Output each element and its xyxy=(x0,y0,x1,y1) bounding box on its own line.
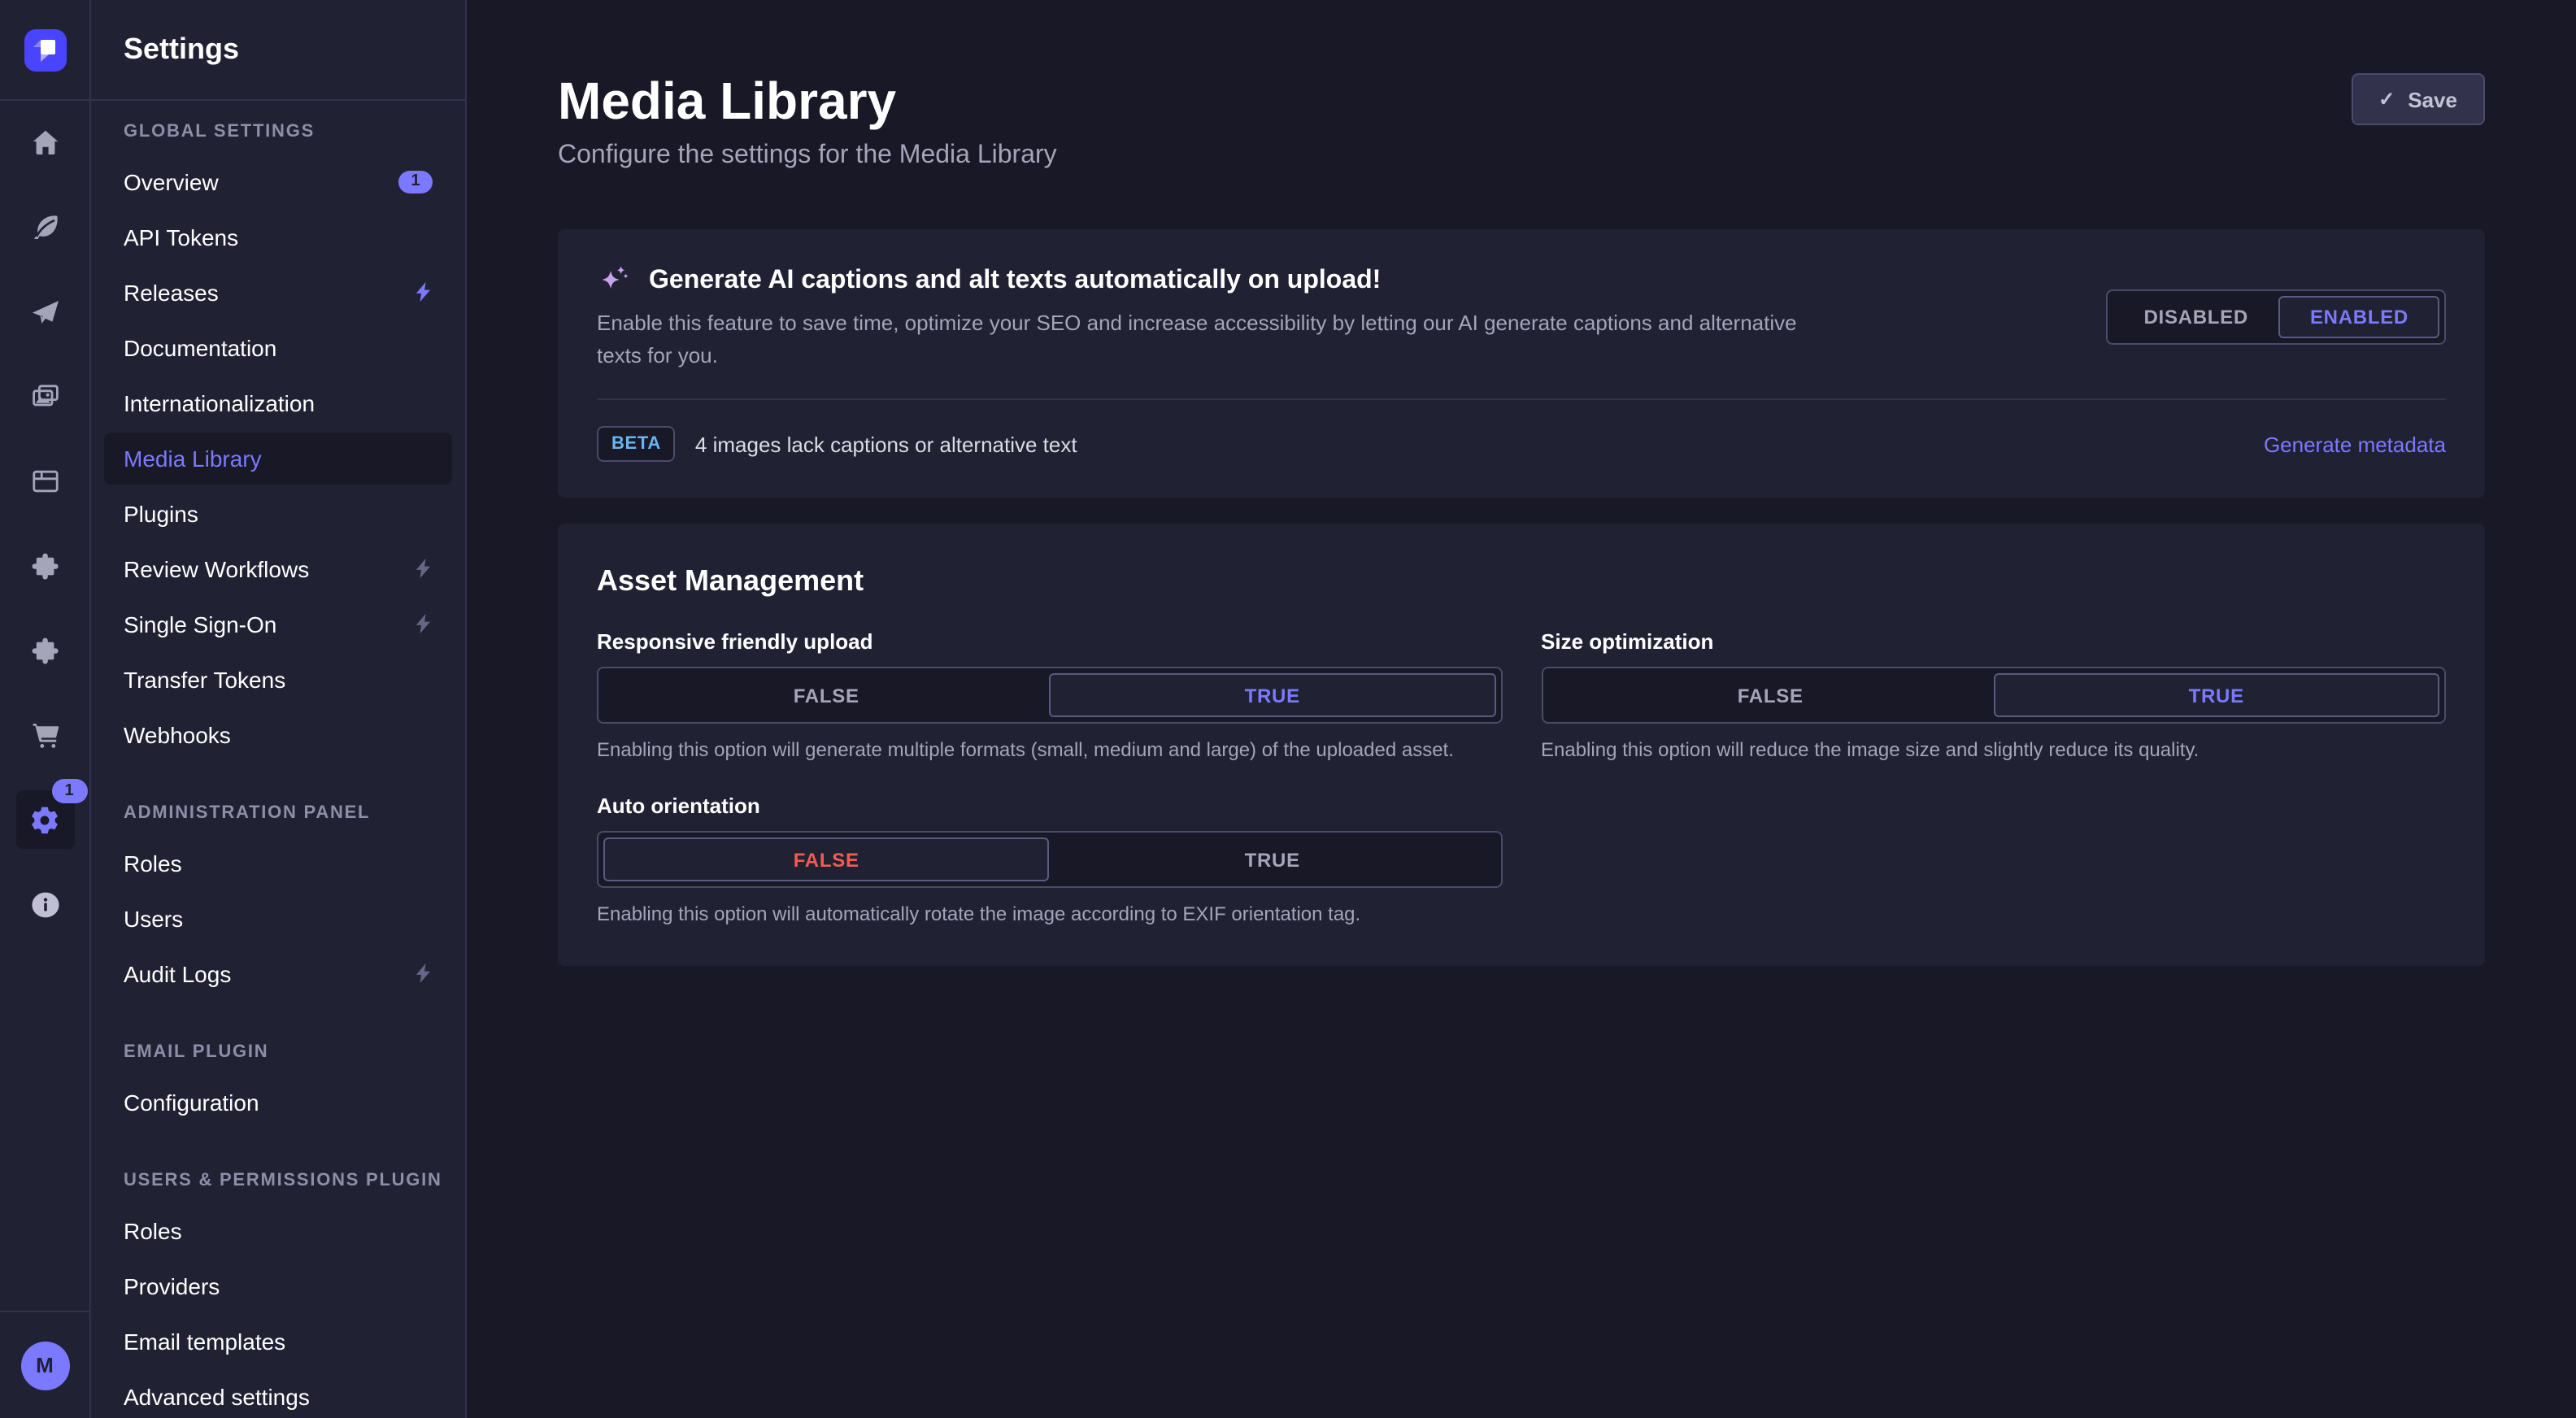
section-global-settings: GLOBAL SETTINGS Overview 1 API Tokens Re… xyxy=(91,118,465,760)
page-title: Media Library xyxy=(558,68,1057,133)
media-icon[interactable] xyxy=(15,368,74,426)
sidebar-item-admin-roles[interactable]: Roles xyxy=(104,837,452,889)
layout-icon[interactable] xyxy=(15,452,74,511)
sidebar-item-documentation[interactable]: Documentation xyxy=(104,321,452,373)
banner-top: Generate AI captions and alt texts autom… xyxy=(558,229,2485,398)
sparkle-icon xyxy=(597,263,633,299)
generate-metadata-link[interactable]: Generate metadata xyxy=(2264,432,2446,456)
sidebar-nav: GLOBAL SETTINGS Overview 1 API Tokens Re… xyxy=(91,100,465,1418)
lightning-icon xyxy=(415,558,433,579)
info-icon[interactable] xyxy=(15,875,74,933)
asset-management-card: Asset Management Responsive friendly upl… xyxy=(558,524,2485,966)
field-responsive-friendly-upload: Responsive friendly upload FALSE TRUE En… xyxy=(597,628,1502,763)
auto-orientation-toggle: FALSE TRUE xyxy=(597,831,1502,888)
banner-description: Enable this feature to save time, optimi… xyxy=(597,307,1808,372)
asset-fields-grid: Responsive friendly upload FALSE TRUE En… xyxy=(597,628,2446,927)
settings-notification-badge: 1 xyxy=(51,779,87,803)
responsive-upload-toggle: FALSE TRUE xyxy=(597,667,1502,724)
toggle-option-true[interactable]: TRUE xyxy=(1050,673,1496,717)
lightning-icon xyxy=(415,613,433,634)
sidebar-item-email-templates[interactable]: Email templates xyxy=(104,1315,452,1367)
overview-badge: 1 xyxy=(398,170,433,193)
sidebar-item-advanced-settings[interactable]: Advanced settings xyxy=(104,1370,452,1418)
rail-icon-list: 1 xyxy=(15,101,74,959)
banner-title: Generate AI captions and alt texts autom… xyxy=(649,262,1381,301)
sidebar-item-webhooks[interactable]: Webhooks xyxy=(104,708,452,760)
section-users-permissions-plugin: USERS & PERMISSIONS PLUGIN Roles Provide… xyxy=(91,1167,465,1418)
sidebar-item-users[interactable]: Users xyxy=(104,892,452,944)
sidebar-item-overview[interactable]: Overview 1 xyxy=(104,155,452,207)
sidebar-item-releases[interactable]: Releases xyxy=(104,266,452,318)
section-label: GLOBAL SETTINGS xyxy=(91,118,465,144)
gear-icon[interactable]: 1 xyxy=(15,790,74,849)
toggle-option-false[interactable]: FALSE xyxy=(603,837,1050,881)
beta-badge: BETA xyxy=(597,426,676,462)
puzzle-icon-2[interactable] xyxy=(15,621,74,680)
cart-icon[interactable] xyxy=(15,706,74,764)
sidebar-item-audit-logs[interactable]: Audit Logs xyxy=(104,947,452,999)
puzzle-icon[interactable] xyxy=(15,537,74,595)
feather-icon[interactable] xyxy=(15,198,74,257)
sidebar-item-plugins[interactable]: Plugins xyxy=(104,487,452,539)
section-label: EMAIL PLUGIN xyxy=(91,1038,465,1064)
settings-sidebar: Settings GLOBAL SETTINGS Overview 1 API … xyxy=(91,0,467,1418)
check-icon: ✓ xyxy=(2378,88,2395,111)
save-button[interactable]: ✓ Save xyxy=(2351,73,2485,125)
section-email-plugin: EMAIL PLUGIN Configuration xyxy=(91,1038,465,1128)
toggle-option-disabled[interactable]: DISABLED xyxy=(2113,296,2279,338)
ai-captions-banner: Generate AI captions and alt texts autom… xyxy=(558,229,2485,498)
sidebar-title: Settings xyxy=(91,0,465,100)
field-hint: Enabling this option will automatically … xyxy=(597,901,1502,927)
toggle-option-false[interactable]: FALSE xyxy=(603,673,1050,717)
sidebar-item-configuration[interactable]: Configuration xyxy=(104,1076,452,1128)
home-icon[interactable] xyxy=(15,114,74,172)
user-avatar[interactable]: M xyxy=(20,1341,69,1390)
size-optimization-toggle: FALSE TRUE xyxy=(1541,667,2446,724)
ai-captions-toggle: DISABLED ENABLED xyxy=(2107,289,2447,345)
field-hint: Enabling this option will reduce the ima… xyxy=(1541,737,2446,763)
strapi-logo[interactable] xyxy=(0,0,89,101)
rail-footer: M xyxy=(0,1311,89,1418)
asset-management-title: Asset Management xyxy=(597,563,2446,598)
sidebar-item-media-library[interactable]: Media Library xyxy=(104,432,452,484)
main-content: Media Library Configure the settings for… xyxy=(467,0,2576,1418)
section-label: ADMINISTRATION PANEL xyxy=(91,799,465,825)
sidebar-item-single-sign-on[interactable]: Single Sign-On xyxy=(104,598,452,650)
section-label: USERS & PERMISSIONS PLUGIN xyxy=(91,1167,465,1193)
toggle-option-false[interactable]: FALSE xyxy=(1547,673,1994,717)
section-administration-panel: ADMINISTRATION PANEL Roles Users Audit L… xyxy=(91,799,465,999)
page-header: Media Library Configure the settings for… xyxy=(558,0,2485,172)
sidebar-item-review-workflows[interactable]: Review Workflows xyxy=(104,542,452,594)
sidebar-item-up-roles[interactable]: Roles xyxy=(104,1204,452,1256)
sidebar-item-internationalization[interactable]: Internationalization xyxy=(104,376,452,428)
sidebar-item-api-tokens[interactable]: API Tokens xyxy=(104,211,452,263)
toggle-option-enabled[interactable]: ENABLED xyxy=(2279,296,2439,338)
sidebar-item-providers[interactable]: Providers xyxy=(104,1259,452,1311)
paper-plane-icon[interactable] xyxy=(15,283,74,341)
field-label: Size optimization xyxy=(1541,628,2446,657)
empty-grid-cell xyxy=(1541,792,2446,927)
banner-footer: BETA 4 images lack captions or alternati… xyxy=(558,400,2485,498)
strapi-logo-icon xyxy=(24,28,66,71)
lightning-icon xyxy=(415,281,433,302)
sidebar-item-transfer-tokens[interactable]: Transfer Tokens xyxy=(104,653,452,705)
field-label: Auto orientation xyxy=(597,792,1502,821)
lightning-icon xyxy=(415,963,433,984)
field-hint: Enabling this option will generate multi… xyxy=(597,737,1502,763)
field-auto-orientation: Auto orientation FALSE TRUE Enabling thi… xyxy=(597,792,1502,927)
toggle-option-true[interactable]: TRUE xyxy=(1994,673,2440,717)
main-nav-rail: 1 M xyxy=(0,0,91,1418)
missing-captions-text: 4 images lack captions or alternative te… xyxy=(695,432,1077,456)
field-size-optimization: Size optimization FALSE TRUE Enabling th… xyxy=(1541,628,2446,763)
page-subtitle: Configure the settings for the Media Lib… xyxy=(558,140,1057,172)
toggle-option-true[interactable]: TRUE xyxy=(1050,837,1496,881)
field-label: Responsive friendly upload xyxy=(597,628,1502,657)
app-window: 1 M Settings GLOBAL SETTINGS Overview 1 xyxy=(0,0,2576,1418)
